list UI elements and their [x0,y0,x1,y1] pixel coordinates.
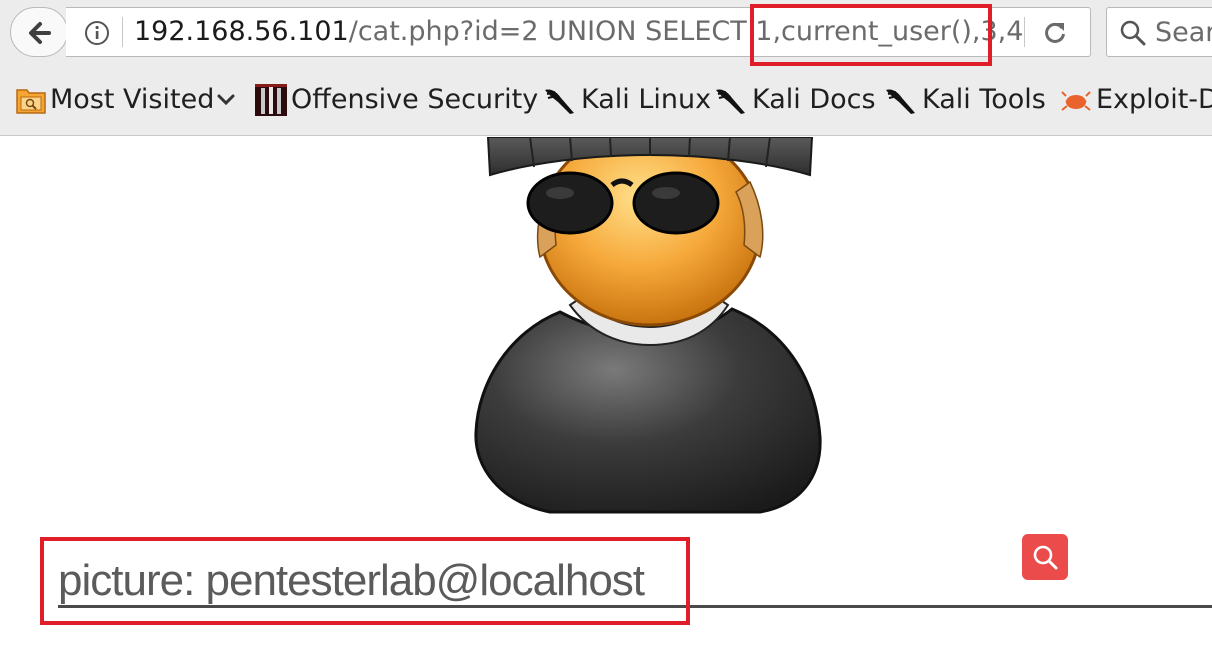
chevron-down-icon [217,94,235,106]
search-placeholder: Search [1155,17,1212,48]
search-icon [1120,20,1146,46]
kali-dragon-icon [716,89,745,114]
reload-icon[interactable] [1042,20,1068,46]
folder-icon [16,89,46,114]
bookmark-kali-tools[interactable]: Kali Tools [884,80,1046,120]
url-highlight-box [750,4,992,66]
bookmark-label: Exploit-DB [1096,84,1212,115]
kali-dragon-icon [545,89,574,114]
bookmark-most-visited[interactable]: Most Visited [16,80,240,120]
url-host: 192.168.56.101 [134,16,349,47]
bookmark-label: Offensive Security [291,84,539,115]
info-icon[interactable] [84,20,110,46]
bookmark-offensive-security[interactable]: Offensive Security [255,80,538,120]
bookmark-kali-docs[interactable]: Kali Docs [714,80,876,120]
bookmark-exploit-db[interactable]: Exploit-DB [1060,80,1212,120]
search-bar[interactable]: Search [1106,7,1212,57]
bookmarks-toolbar: Most Visited Offensive Security Kali Lin… [0,66,1212,136]
caption-highlight-box [40,537,690,625]
url-separator [122,17,123,47]
bookmark-label: Kali Tools [922,84,1046,115]
browser-toolbar: 192.168.56.101/cat.php?id=2 UNION SELECT… [0,0,1212,66]
exploit-db-icon [1061,91,1091,111]
hacker-avatar-image [474,137,822,514]
bookmark-label: Kali Linux [581,84,712,115]
kali-dragon-icon [886,89,915,114]
bookmark-label: Kali Docs [752,84,876,115]
search-icon [1033,545,1058,570]
url-separator [1024,17,1025,47]
back-button[interactable] [10,7,68,57]
back-arrow-icon [29,22,51,44]
bookmark-kali-linux[interactable]: Kali Linux [543,80,711,120]
bookmark-label: Most Visited [50,84,215,115]
offensive-security-icon [255,84,287,116]
search-button[interactable] [1022,534,1068,580]
